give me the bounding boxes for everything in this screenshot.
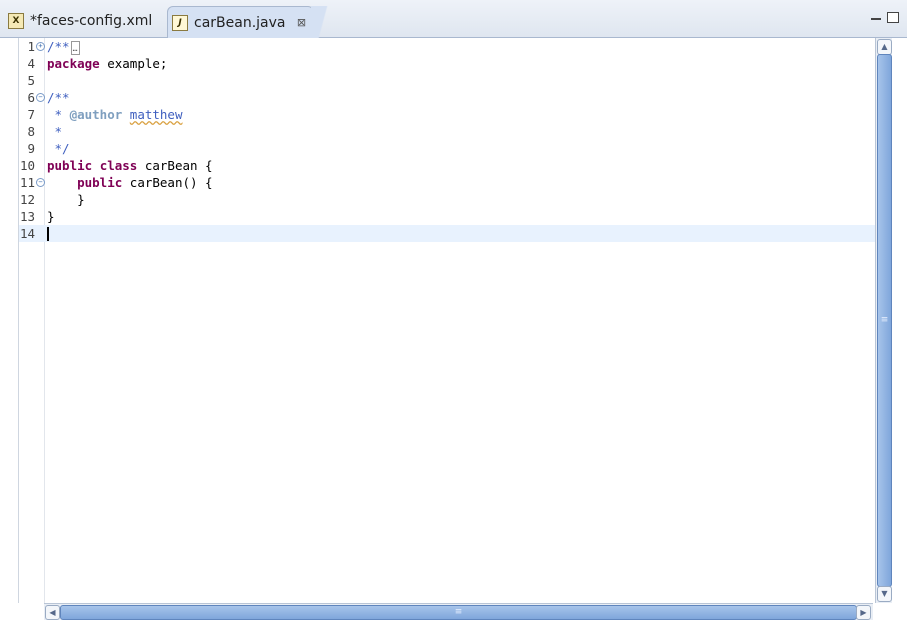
code-token: @author bbox=[69, 107, 123, 122]
text-caret bbox=[47, 227, 49, 241]
tab-label: carBean.java bbox=[194, 14, 286, 31]
fold-collapse-icon[interactable]: − bbox=[36, 93, 45, 102]
code-text: * bbox=[47, 123, 63, 140]
tab-label: *faces-config.xml bbox=[30, 13, 153, 29]
close-tab-icon[interactable]: ⊠ bbox=[294, 15, 310, 31]
tab-carbean-java[interactable]: J carBean.java ⊠ bbox=[167, 6, 335, 38]
line-number: 5 bbox=[27, 73, 35, 88]
code-token: * bbox=[47, 107, 70, 122]
horizontal-scroll-thumb[interactable]: ≡ bbox=[60, 605, 857, 620]
code-line[interactable]: 10 public class carBean { bbox=[19, 157, 875, 174]
code-line[interactable]: 8 * bbox=[19, 123, 875, 140]
line-number: 1 bbox=[27, 39, 35, 54]
code-token: matthew bbox=[129, 107, 183, 122]
line-number: 11 bbox=[19, 175, 35, 190]
code-text: * @author matthew bbox=[47, 106, 183, 123]
code-token: } bbox=[47, 192, 85, 207]
line-number: 9 bbox=[27, 141, 35, 156]
minimize-icon[interactable] bbox=[871, 16, 881, 20]
line-number: 10 bbox=[19, 158, 35, 173]
code-text: */ bbox=[47, 140, 70, 157]
maximize-icon[interactable] bbox=[887, 12, 899, 23]
code-token: /** bbox=[47, 39, 70, 54]
scroll-right-icon[interactable]: ▶ bbox=[856, 605, 871, 620]
window-controls bbox=[871, 12, 899, 23]
code-token: */ bbox=[47, 141, 70, 156]
code-editor[interactable]: 1 +/**… 4 package example; 5 6−/** 7 * @author… bbox=[18, 38, 875, 603]
code-token: public bbox=[77, 175, 123, 190]
line-number: 6 bbox=[27, 90, 35, 105]
code-token: class bbox=[99, 158, 138, 173]
code-text: public carBean() { bbox=[47, 174, 213, 191]
line-number: 7 bbox=[27, 107, 35, 122]
code-line[interactable]: 4 package example; bbox=[19, 55, 875, 72]
line-number: 13 bbox=[19, 209, 35, 224]
folded-region-marker[interactable]: … bbox=[70, 40, 80, 55]
code-token: example; bbox=[99, 56, 168, 71]
scroll-down-icon[interactable]: ▼ bbox=[877, 586, 892, 602]
code-line[interactable]: 13} bbox=[19, 208, 875, 225]
code-token: carBean() { bbox=[122, 175, 213, 190]
vertical-scroll-thumb[interactable]: ≡ bbox=[877, 54, 892, 587]
code-token: * bbox=[47, 124, 63, 139]
line-number: 14 bbox=[19, 226, 35, 241]
fold-collapse-icon[interactable]: − bbox=[36, 178, 45, 187]
editor-tab-bar: X *faces-config.xml J carBean.java ⊠ bbox=[0, 0, 907, 38]
scroll-left-icon[interactable]: ◀ bbox=[45, 605, 60, 620]
code-line[interactable]: 12 } bbox=[19, 191, 875, 208]
code-text: } bbox=[47, 191, 85, 208]
code-line[interactable]: 14 bbox=[19, 225, 875, 242]
code-token: } bbox=[47, 209, 55, 224]
code-line[interactable]: 9 */ bbox=[19, 140, 875, 157]
code-token: /** bbox=[47, 90, 70, 105]
xml-file-icon: X bbox=[8, 13, 24, 29]
code-token: carBean { bbox=[137, 158, 213, 173]
code-line[interactable]: 6−/** bbox=[19, 89, 875, 106]
code-text: /** bbox=[47, 89, 70, 106]
line-number: 8 bbox=[27, 124, 35, 139]
vertical-scrollbar[interactable]: ▲ ≡ ▼ bbox=[875, 38, 892, 603]
code-token: public bbox=[47, 158, 93, 173]
line-number: 12 bbox=[19, 192, 35, 207]
tab-faces-config[interactable]: X *faces-config.xml bbox=[4, 6, 164, 36]
code-line[interactable]: 7 * @author matthew bbox=[19, 106, 875, 123]
horizontal-scrollbar[interactable]: ◀ ≡ ▶ bbox=[44, 603, 873, 620]
code-line[interactable]: 1 +/**… bbox=[19, 38, 875, 55]
fold-expand-icon[interactable]: + bbox=[36, 42, 45, 51]
code-text: public class carBean { bbox=[47, 157, 213, 174]
code-text: } bbox=[47, 208, 55, 225]
java-file-icon: J bbox=[172, 14, 188, 31]
line-number: 4 bbox=[27, 56, 35, 71]
code-text: package example; bbox=[47, 55, 167, 72]
scroll-up-icon[interactable]: ▲ bbox=[877, 39, 892, 55]
code-line[interactable]: 11− public carBean() { bbox=[19, 174, 875, 191]
code-text: /**… bbox=[47, 38, 80, 55]
code-token: package bbox=[47, 56, 100, 71]
code-line[interactable]: 5 bbox=[19, 72, 875, 89]
